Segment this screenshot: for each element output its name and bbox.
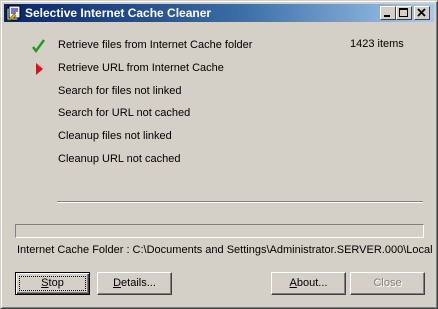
task-label: Retrieve URL from Internet Cache — [58, 62, 224, 74]
label-rest: bout... — [296, 277, 328, 289]
task-count: 1423 items — [350, 38, 404, 50]
details-button[interactable]: Details... — [97, 272, 172, 295]
title-bar[interactable]: Selective Internet Cache Cleaner — [4, 4, 434, 22]
task-label: Cleanup URL not cached — [58, 153, 181, 165]
minimize-button[interactable] — [380, 6, 396, 20]
cache-folder-path: Internet Cache Folder : C:\Documents and… — [17, 244, 433, 256]
check-icon — [32, 39, 45, 54]
details-button-label: Details... — [113, 277, 156, 289]
app-cache-icon — [6, 5, 21, 21]
arrow-right-icon — [36, 63, 43, 75]
progress-bar — [15, 224, 424, 238]
task-label: Search for URL not cached — [58, 107, 191, 119]
separator — [57, 201, 423, 203]
close-window-button[interactable] — [414, 6, 430, 20]
label-rest: top — [48, 277, 64, 289]
task-row-cleanup-files: Cleanup files not linked — [1, 126, 438, 146]
task-label: Search for files not linked — [58, 85, 182, 97]
window-title: Selective Internet Cache Cleaner — [25, 6, 212, 20]
task-row-cleanup-url: Cleanup URL not cached — [1, 149, 438, 169]
accel-key: A — [289, 277, 297, 289]
about-button-label: About... — [290, 277, 328, 289]
task-row-search-url: Search for URL not cached — [1, 103, 438, 123]
maximize-icon — [399, 8, 408, 17]
task-row-retrieve-files: Retrieve files from Internet Cache folde… — [1, 35, 438, 55]
about-button[interactable]: About... — [271, 272, 346, 295]
task-row-retrieve-url: Retrieve URL from Internet Cache — [1, 58, 438, 78]
minimize-icon — [384, 15, 390, 17]
stop-button[interactable]: Stop — [15, 272, 90, 295]
label-rest: etails... — [121, 277, 156, 289]
task-row-search-files: Search for files not linked — [1, 81, 438, 101]
accel-key: D — [113, 277, 122, 289]
task-label: Retrieve files from Internet Cache folde… — [58, 39, 253, 51]
maximize-button[interactable] — [396, 6, 412, 20]
close-button-label: Close — [373, 277, 402, 289]
close-icon — [417, 8, 426, 17]
stop-button-label: Stop — [41, 277, 64, 289]
accel-key: S — [41, 277, 49, 289]
close-button[interactable]: Close — [350, 272, 425, 295]
app-window: Selective Internet Cache Cleaner Retriev… — [0, 0, 438, 309]
task-label: Cleanup files not linked — [58, 130, 172, 142]
